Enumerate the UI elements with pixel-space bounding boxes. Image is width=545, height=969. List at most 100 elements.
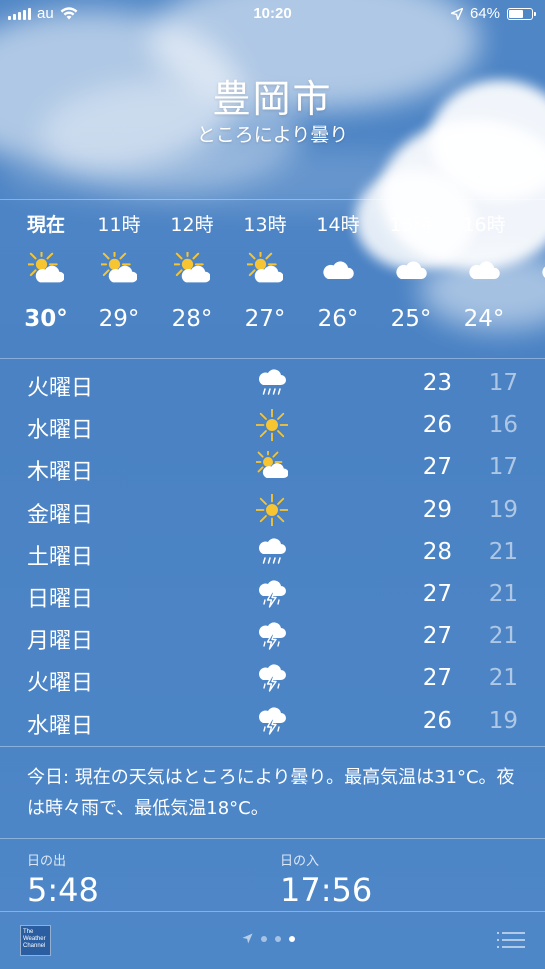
thunderstorm-icon — [256, 620, 288, 652]
sunset-block: 日の入 17:56 — [280, 850, 372, 909]
hour-temperature: 26° — [317, 306, 359, 332]
sunset-time: 17:56 — [280, 871, 373, 909]
weather-channel-logo[interactable]: The Weather Channel — [20, 925, 51, 956]
high-temperature: 23 — [422, 370, 452, 396]
hour-label: 現在 — [26, 214, 65, 236]
partly-sunny-icon — [229, 248, 301, 292]
page-dot-active — [289, 935, 295, 942]
day-name: 木曜日 — [27, 460, 94, 486]
daily-row: 月曜日 27 21 — [0, 616, 545, 658]
high-temperature: 27 — [422, 580, 452, 607]
high-temperature: 26 — [422, 412, 452, 439]
high-temperature: 27 — [422, 665, 452, 692]
page-dot — [261, 935, 267, 942]
hourly-item: 16時 24° — [448, 210, 520, 332]
low-temperature: 19 — [488, 707, 518, 734]
cloud-icon — [448, 248, 520, 292]
city-list-icon[interactable] — [497, 929, 525, 951]
page-dot — [275, 935, 281, 942]
hour-temperature: 28° — [171, 306, 213, 332]
hour-temperature: 2 — [521, 306, 545, 332]
daily-row: 土曜日 28 21 — [0, 532, 545, 574]
hourly-item: 12 — [521, 210, 545, 332]
low-temperature: 17 — [488, 370, 518, 396]
status-bar: au 10:20 64% — [0, 0, 545, 28]
daily-row: 水曜日 26 19 — [0, 701, 545, 743]
low-temperature: 17 — [488, 454, 518, 481]
rain-icon — [256, 536, 288, 568]
hour-label: 1 — [521, 210, 545, 236]
daily-row: 金曜日 29 19 — [0, 490, 545, 532]
cloud-icon — [302, 248, 374, 292]
sunrise-label: 日の出 — [27, 854, 67, 869]
partly-sunny-icon — [156, 248, 228, 292]
hourly-forecast[interactable]: 現在 30° 11時 29° 12時 28° 13時 27° 14時 26° 15時 25° 16時 24… — [0, 200, 545, 358]
hour-label: 15時 — [389, 214, 433, 236]
high-temperature: 27 — [422, 623, 452, 650]
divider — [0, 838, 545, 839]
day-name: 日曜日 — [27, 586, 94, 612]
day-name: 土曜日 — [27, 544, 94, 570]
location-arrow-icon — [450, 7, 463, 20]
thunderstorm-icon — [256, 662, 288, 694]
partly-sunny-icon — [10, 248, 82, 292]
hour-temperature: 25° — [390, 306, 432, 332]
partly-sunny-icon — [83, 248, 155, 292]
battery-icon — [507, 7, 536, 20]
daily-row: 火曜日 23 17 — [0, 363, 545, 405]
page-indicator[interactable] — [242, 933, 295, 944]
hourly-item: 15時 25° — [375, 210, 447, 332]
bottom-toolbar: The Weather Channel — [0, 912, 545, 969]
high-temperature: 26 — [422, 707, 452, 734]
today-summary: 今日: 現在の天気はところにより曇り。最高気温は31°C。夜は時々雨で、最低気温… — [27, 767, 515, 819]
day-name: 火曜日 — [27, 671, 94, 697]
battery-level — [509, 9, 524, 18]
hour-label: 14時 — [316, 214, 360, 236]
hourly-item: 13時 27° — [229, 210, 301, 332]
hour-label: 11時 — [97, 214, 141, 236]
sunrise-time: 5:48 — [27, 871, 99, 909]
day-name: 水曜日 — [27, 418, 94, 444]
daily-row: 水曜日 26 16 — [0, 405, 545, 447]
day-name: 金曜日 — [27, 502, 94, 528]
low-temperature: 21 — [488, 665, 518, 692]
low-temperature: 21 — [488, 580, 518, 607]
daily-row: 火曜日 27 21 — [0, 658, 545, 700]
sun-icon — [255, 492, 289, 527]
low-temperature: 21 — [488, 538, 518, 565]
daily-row: 日曜日 27 21 — [0, 574, 545, 616]
cloud-icon — [521, 248, 545, 292]
day-name: 月曜日 — [27, 629, 94, 655]
divider — [0, 746, 545, 747]
high-temperature: 29 — [422, 496, 452, 523]
hourly-item: 12時 28° — [156, 210, 228, 332]
high-temperature: 27 — [422, 454, 452, 481]
hour-label: 16時 — [462, 214, 506, 236]
hour-temperature: 30° — [24, 306, 68, 332]
low-temperature: 21 — [488, 623, 518, 650]
hour-temperature: 24° — [463, 306, 505, 332]
day-name: 水曜日 — [27, 713, 94, 739]
cloud-icon — [375, 248, 447, 292]
sun-icon — [255, 408, 289, 443]
high-temperature: 28 — [422, 538, 452, 565]
low-temperature: 19 — [488, 496, 518, 523]
daily-row: 木曜日 27 17 — [0, 447, 545, 489]
thunderstorm-icon — [256, 705, 288, 737]
rain-icon — [256, 367, 288, 399]
thunderstorm-icon — [256, 578, 288, 610]
hourly-item: 14時 26° — [302, 210, 374, 332]
current-condition: ところにより曇り — [196, 124, 349, 146]
hour-temperature: 27° — [244, 306, 286, 332]
hourly-item: 11時 29° — [83, 210, 155, 332]
daily-forecast: 火曜日 23 17 水曜日 26 16 木曜日 27 17 金曜日 29 19 土曜日 28 21 日曜日 27… — [0, 363, 545, 743]
hour-temperature: 29° — [98, 306, 140, 332]
low-temperature: 16 — [488, 412, 518, 439]
sunset-label: 日の入 — [280, 854, 320, 869]
city-name: 豊岡市 — [212, 77, 333, 121]
partly-sunny-icon — [253, 447, 289, 483]
hourly-item: 現在 30° — [10, 210, 82, 332]
location-arrow-icon — [242, 933, 253, 944]
divider — [0, 358, 545, 359]
sunrise-block: 日の出 5:48 — [27, 850, 99, 909]
